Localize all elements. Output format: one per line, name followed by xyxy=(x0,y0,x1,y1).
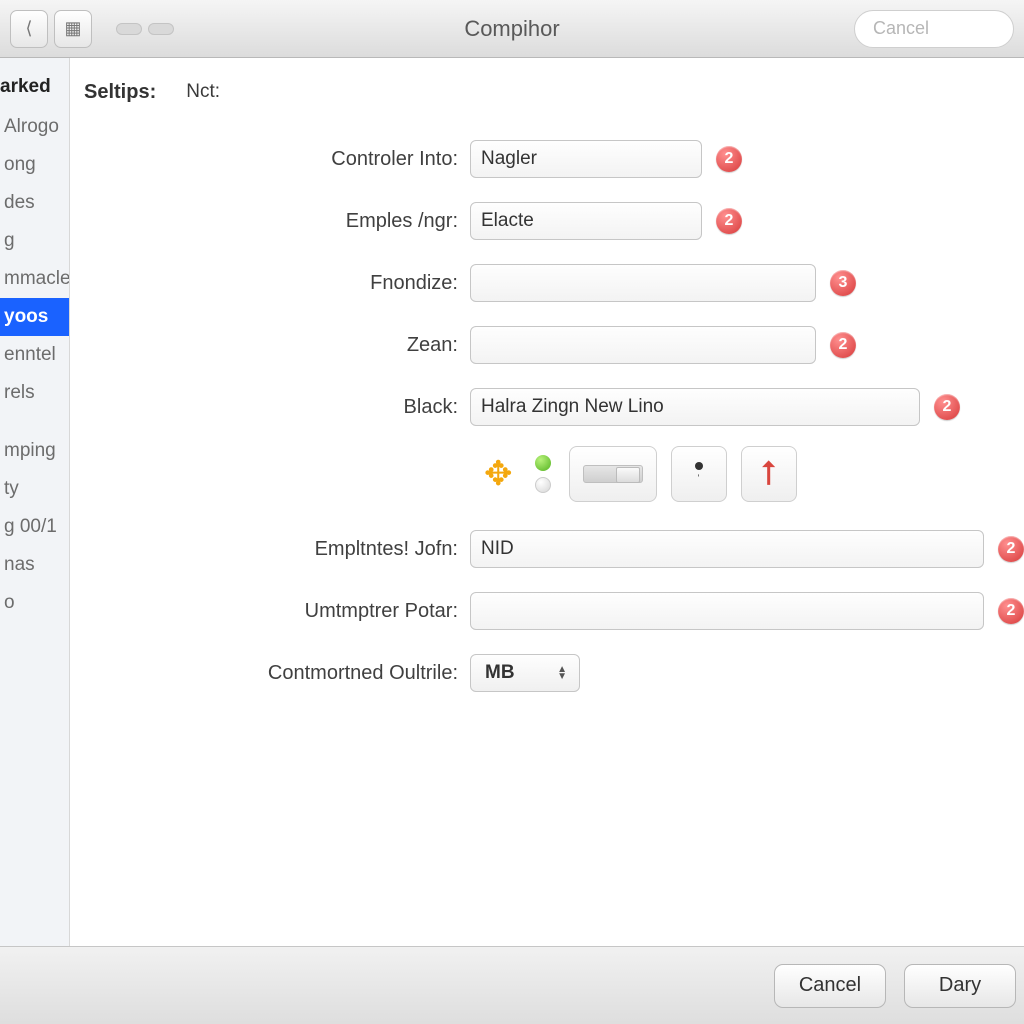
sidebar: arked Alrogo ong des g mmacle yoos ennte… xyxy=(0,58,70,946)
input-value: Halra Zingn New Lino xyxy=(481,396,664,418)
field-label: Black: xyxy=(80,396,470,419)
slider-button[interactable] xyxy=(569,446,657,502)
footer: Cancel Dary xyxy=(0,946,1024,1024)
sidebar-item[interactable]: ty xyxy=(0,470,69,508)
sidebar-item[interactable]: Alrogo xyxy=(0,108,69,146)
toolbar-pill xyxy=(148,23,174,35)
header-row: Seltips: Nct: xyxy=(80,72,1024,112)
black-input[interactable]: Halra Zingn New Lino xyxy=(470,388,920,426)
sidebar-item[interactable]: rels xyxy=(0,374,69,412)
error-badge: 3 xyxy=(830,270,856,296)
zean-input[interactable] xyxy=(470,326,816,364)
move-icon[interactable]: ✥ xyxy=(480,450,517,498)
green-bead-icon xyxy=(535,455,551,471)
error-badge: 2 xyxy=(830,332,856,358)
fnondize-input[interactable] xyxy=(470,264,816,302)
white-bead-icon xyxy=(535,477,551,493)
controler-combo[interactable]: Nagler xyxy=(470,140,702,178)
sidebar-item[interactable]: des xyxy=(0,184,69,222)
sidebar-item[interactable]: enntel xyxy=(0,336,69,374)
pin-icon: ˈ xyxy=(695,462,703,487)
error-badge: 2 xyxy=(716,208,742,234)
toolbar-pill xyxy=(116,23,142,35)
cancel-button[interactable]: Cancel xyxy=(774,964,886,1008)
sidebar-item[interactable]: mping xyxy=(0,432,69,470)
input-value: NID xyxy=(481,538,514,560)
sidebar-item[interactable]: mmacle xyxy=(0,260,69,298)
sidebar-item[interactable]: g 00/1 xyxy=(0,508,69,546)
toolbar-grid-button[interactable]: ▦ xyxy=(54,10,92,48)
form: Controler Into: Nagler 2 Emples /ngr: El… xyxy=(80,140,1024,692)
error-badge: 2 xyxy=(934,394,960,420)
field-label: Controler Into: xyxy=(80,148,470,171)
field-label: Emples /ngr: xyxy=(80,210,470,233)
combo-value: Nagler xyxy=(481,148,537,170)
sidebar-item-selected[interactable]: yoos xyxy=(0,298,69,336)
combo-value: Elacte xyxy=(481,210,534,232)
titlebar: ⟨ ▦ Compihor Cancel xyxy=(0,0,1024,58)
sidebar-item[interactable]: nas xyxy=(0,546,69,584)
toolbar-back-button[interactable]: ⟨ xyxy=(10,10,48,48)
sidebar-separator xyxy=(0,412,69,432)
main-panel: Seltips: Nct: Controler Into: Nagler 2 E… xyxy=(70,58,1024,946)
empltntes-input[interactable]: NID xyxy=(470,530,984,568)
search-input[interactable]: Cancel xyxy=(854,10,1014,48)
header-value: Nct: xyxy=(186,81,220,103)
sidebar-heading: arked xyxy=(0,70,69,108)
sidebar-item[interactable]: o xyxy=(0,584,69,622)
contmortned-select[interactable]: MB ▲▼ xyxy=(470,654,580,692)
icon-toolbar: ✥ ˈ ⭡ xyxy=(480,446,1024,502)
error-badge: 2 xyxy=(716,146,742,172)
error-badge: 2 xyxy=(998,536,1024,562)
umtmptrer-input[interactable] xyxy=(470,592,984,630)
error-badge: 2 xyxy=(998,598,1024,624)
status-beads[interactable] xyxy=(531,451,555,497)
confirm-button[interactable]: Dary xyxy=(904,964,1016,1008)
field-label: Fnondize: xyxy=(80,272,470,295)
fork-icon: ⭡ xyxy=(761,455,777,494)
sidebar-item[interactable]: g xyxy=(0,222,69,260)
pin-button[interactable]: ˈ xyxy=(671,446,727,502)
field-label: Umtmptrer Potar: xyxy=(80,600,470,623)
body: arked Alrogo ong des g mmacle yoos ennte… xyxy=(0,58,1024,946)
field-label: Zean: xyxy=(80,334,470,357)
header-label: Seltips: xyxy=(84,81,156,104)
emples-combo[interactable]: Elacte xyxy=(470,202,702,240)
field-label: Contmortned Oultrile: xyxy=(80,662,470,685)
chevron-updown-icon: ▲▼ xyxy=(557,666,567,680)
fork-button[interactable]: ⭡ xyxy=(741,446,797,502)
sidebar-item[interactable]: ong xyxy=(0,146,69,184)
slider-icon xyxy=(583,465,643,483)
field-label: Empltntes! Jofn: xyxy=(80,538,470,561)
select-value: MB xyxy=(485,662,515,684)
